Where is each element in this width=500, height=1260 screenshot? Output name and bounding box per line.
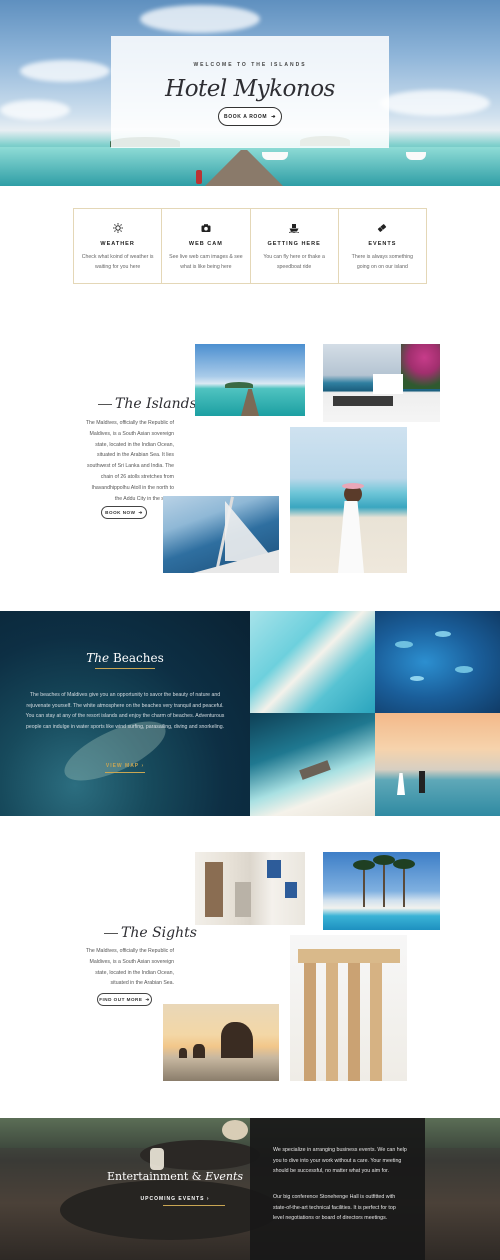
entertainment-paragraph-1: We specialize in arranging business even… (273, 1147, 407, 1175)
aerial-sandbar-photo (250, 611, 375, 713)
feature-weather[interactable]: WEATHER Check what koind of weather is w… (74, 209, 163, 283)
find-out-more-label: FIND OUT MORE (99, 997, 143, 1002)
arrow-right-icon: ➔ (271, 113, 276, 120)
beaches-title: The Beaches (86, 651, 164, 665)
feature-title: GETTING HERE (267, 241, 321, 247)
feature-title: WEATHER (100, 241, 135, 247)
arrow-right-icon: ➔ (138, 509, 143, 515)
beaches-title-underline (95, 668, 155, 669)
village-street-photo (195, 852, 305, 925)
beaches-section: The Beaches The beaches of Maldives give… (0, 611, 500, 816)
entertainment-section: Entertainment & Events UPCOMING EVENTS ›… (0, 1118, 500, 1260)
entertainment-title: Entertainment & Events (106, 1170, 244, 1183)
feature-text: You can fly here or thake a speedboat ri… (263, 254, 325, 270)
feature-text: See live web cam images & see what is li… (169, 254, 243, 270)
sights-title: The Sights (104, 925, 197, 941)
feature-getting-here[interactable]: GETTING HERE You can fly here or thake a… (251, 209, 339, 283)
sailboat-photo (163, 496, 279, 573)
sea-rock-photo (163, 1004, 279, 1081)
hero-eyebrow: WELCOME TO THE ISLANDS (193, 62, 307, 68)
ticket-icon (339, 223, 426, 234)
hero-title: Hotel Mykonos (165, 76, 335, 102)
beaches-panel: The Beaches The beaches of Maldives give… (0, 611, 250, 816)
features-strip: WEATHER Check what koind of weather is w… (73, 208, 427, 284)
arrow-right-icon: › (206, 1196, 210, 1202)
entertainment-paragraph-2: Our big conference Stonehenge Hall is ou… (273, 1194, 396, 1222)
shipwreck-beach-photo (250, 713, 375, 816)
feature-text: There is always something going on on ou… (351, 254, 414, 270)
feature-title: WEB CAM (188, 241, 223, 247)
islands-body: The Maldives, officially the Republic of… (85, 420, 174, 502)
bride-beach-photo (290, 427, 407, 573)
book-now-label: BOOK NOW (105, 510, 136, 515)
book-now-button[interactable]: BOOK NOW ➔ (101, 506, 147, 519)
upcoming-events-underline (163, 1205, 225, 1206)
view-map-underline (105, 772, 145, 773)
hero-card: WELCOME TO THE ISLANDS Hotel Mykonos BOO… (111, 36, 389, 148)
fish-school-photo (375, 611, 500, 713)
feature-text: Check what koind of weather is waiting f… (81, 254, 154, 270)
temple-columns-photo (290, 935, 407, 1081)
beaches-body: The beaches of Maldives give you an oppo… (25, 692, 225, 730)
book-a-room-label: BOOK A ROOM (224, 113, 268, 120)
feature-web-cam[interactable]: WEB CAM See live web cam images & see wh… (162, 209, 251, 283)
boat-icon (251, 223, 338, 234)
feature-events[interactable]: EVENTS There is always something going o… (339, 209, 426, 283)
book-a-room-button[interactable]: BOOK A ROOM ➔ (218, 107, 282, 126)
arrow-right-icon: › (141, 763, 145, 769)
hero-banner: WELCOME TO THE ISLANDS Hotel Mykonos BOO… (0, 0, 500, 186)
resort-terrace-photo (323, 344, 440, 422)
upcoming-events-link[interactable]: UPCOMING EVENTS › (100, 1196, 250, 1202)
camera-icon (162, 223, 249, 234)
find-out-more-button[interactable]: FIND OUT MORE ➔ (97, 993, 152, 1006)
palm-pool-photo (323, 852, 440, 930)
couple-sunset-photo (375, 713, 500, 816)
feature-title: EVENTS (368, 241, 397, 247)
island-pier-photo (195, 344, 305, 416)
sights-body: The Maldives, officially the Republic of… (85, 948, 174, 987)
entertainment-info-panel: We specialize in arranging business even… (250, 1118, 425, 1260)
islands-title: The Islands (98, 396, 197, 412)
view-map-link[interactable]: VIEW MAP › (0, 763, 250, 769)
arrow-right-icon: ➔ (145, 996, 150, 1002)
sun-icon (74, 223, 161, 234)
